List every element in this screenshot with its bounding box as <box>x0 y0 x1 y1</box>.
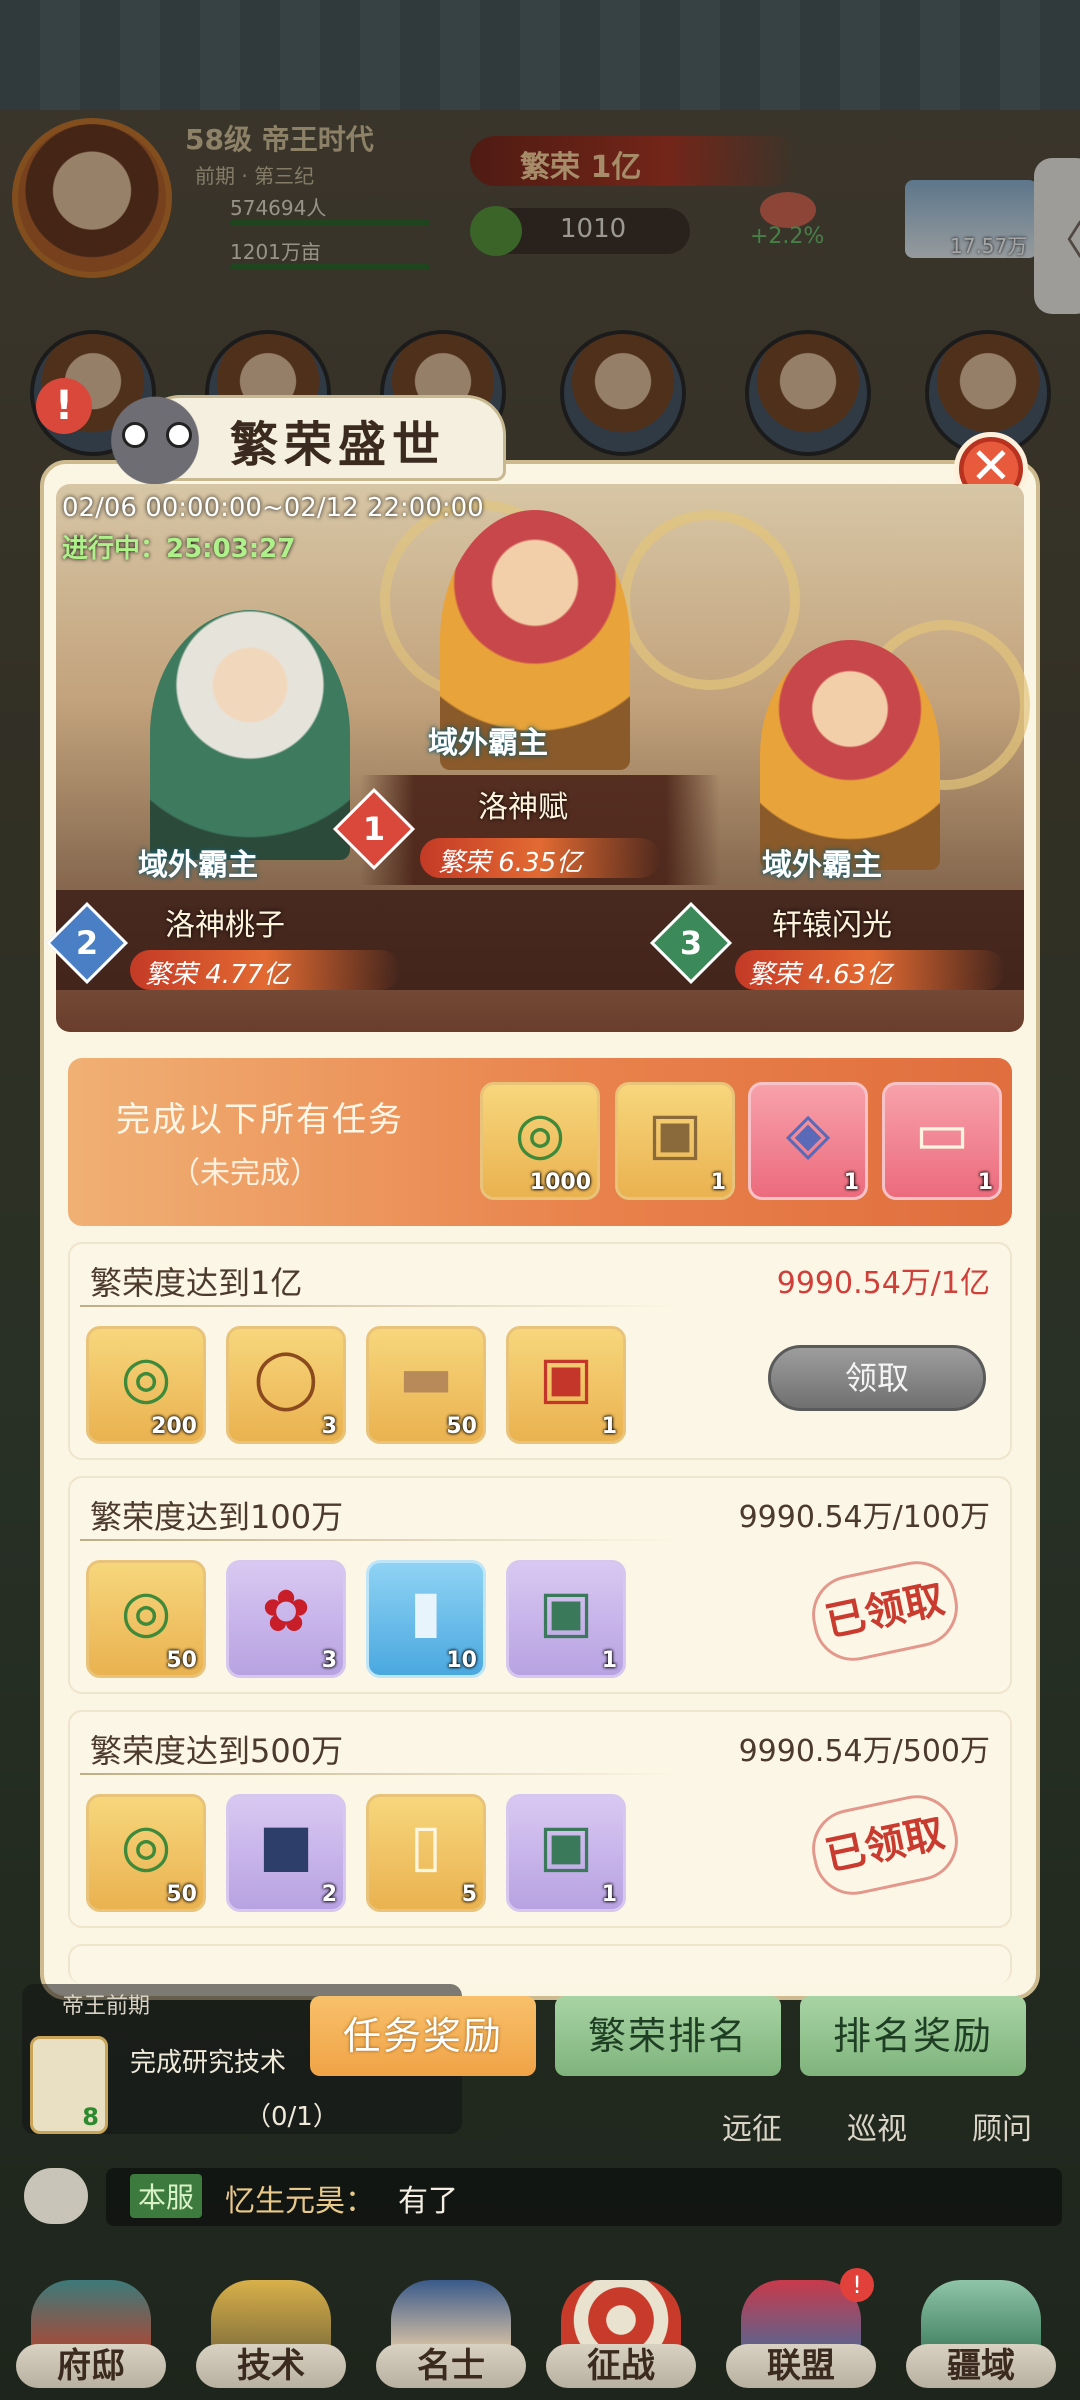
patrol-button[interactable]: 巡视 <box>847 2104 907 2148</box>
nav-territory[interactable]: 疆域 <box>906 2280 1056 2390</box>
red-chest-icon[interactable]: ▣ 1 <box>506 1326 626 1444</box>
nav-label: 征战 <box>546 2344 696 2388</box>
nav-label: 联盟 <box>726 2344 876 2388</box>
chat-username: 忆生元昊： <box>225 2184 375 2219</box>
nav-scholars[interactable]: 名士 <box>376 2280 526 2390</box>
rank-2-title: 域外霸主 <box>138 848 258 883</box>
complete-all-status: （未完成） <box>170 1156 320 1191</box>
claim-button[interactable]: 领取 <box>768 1345 986 1411</box>
nav-label: 名士 <box>376 2344 526 2388</box>
nav-mansion[interactable]: 府邸 <box>16 2280 166 2390</box>
nav-label: 技术 <box>196 2344 346 2388</box>
rope-icon[interactable]: ◯ 3 <box>226 1326 346 1444</box>
rose-icon[interactable]: ✿ 3 <box>226 1560 346 1678</box>
nav-label: 疆域 <box>906 2344 1056 2388</box>
nav-label: 府邸 <box>16 2344 166 2388</box>
rank-3-title: 域外霸主 <box>762 848 882 883</box>
log-icon[interactable]: ▬ 50 <box>366 1326 486 1444</box>
dragon-mascot-icon <box>80 380 230 490</box>
jade-dragon-icon[interactable]: ◎ 200 <box>86 1326 206 1444</box>
quest-item-qty: 8 <box>82 2103 99 2131</box>
divider <box>80 1305 680 1307</box>
task-card-partial <box>68 1944 1012 1984</box>
nav-technology[interactable]: 技术 <box>196 2280 346 2390</box>
jade-dragon-icon[interactable]: ◎ 50 <box>86 1560 206 1678</box>
chat-bubble-icon[interactable] <box>24 2168 88 2224</box>
expedition-button[interactable]: 远征 <box>722 2104 782 2148</box>
dragon-eye <box>166 422 192 448</box>
nav-alliance[interactable]: ! 联盟 <box>726 2268 876 2390</box>
tab-task-rewards[interactable]: 任务奖励 <box>310 1996 536 2076</box>
rank-2-name: 洛神桃子 <box>165 908 285 943</box>
task-progress: 9990.54万/500万 <box>738 1734 990 1769</box>
blue-box-icon[interactable]: ■ 2 <box>226 1794 346 1912</box>
rank-1-prosperity: 繁荣 6.35亿 <box>438 848 583 878</box>
rank-2-character[interactable] <box>150 610 350 860</box>
jade-dragon-icon[interactable]: ◎ 1000 <box>480 1082 600 1200</box>
task-progress: 9990.54万/100万 <box>738 1500 990 1535</box>
scroll-icon[interactable]: ▭ 1 <box>882 1082 1002 1200</box>
rank-1-title: 域外霸主 <box>428 726 548 761</box>
rank-3-prosperity: 繁荣 4.63亿 <box>748 960 893 990</box>
rank-1-name: 洛神赋 <box>478 790 568 825</box>
ornate-chest-icon[interactable]: ◈ 1 <box>748 1082 868 1200</box>
tile-icon: 8 <box>30 2036 108 2134</box>
task-name: 繁荣度达到1亿 <box>90 1264 303 1302</box>
chat-message: 有了 <box>398 2184 458 2219</box>
tab-ranking-rewards[interactable]: 排名奖励 <box>800 1996 1026 2076</box>
tile-icon[interactable]: ▯ 5 <box>366 1794 486 1912</box>
task-name: 繁荣度达到500万 <box>90 1732 344 1770</box>
event-countdown: 进行中：25:03:27 <box>62 534 296 564</box>
rank-2-prosperity: 繁荣 4.77亿 <box>145 960 290 990</box>
dragon-eye <box>122 422 148 448</box>
jade-dragon-icon[interactable]: ◎ 50 <box>86 1794 206 1912</box>
cloud-ornament <box>620 510 800 690</box>
rank-3-name: 轩辕闪光 <box>772 908 892 943</box>
divider <box>80 1539 680 1541</box>
green-chest-icon[interactable]: ▣ 1 <box>506 1560 626 1678</box>
modal-title: 繁荣盛世 <box>230 417 447 473</box>
chat-channel-tag: 本服 <box>130 2174 203 2218</box>
notification-badge: ! <box>840 2268 874 2302</box>
event-date-range: 02/06 00:00:00~02/12 22:00:00 <box>62 493 484 523</box>
complete-all-title: 完成以下所有任务 <box>116 1100 404 1140</box>
rank-3-character[interactable] <box>760 640 940 870</box>
card-icon[interactable]: ▮ 10 <box>366 1560 486 1678</box>
nav-campaign[interactable]: 征战 <box>546 2280 696 2390</box>
quest-header: 帝王前期 <box>62 1994 151 2019</box>
alert-icon[interactable]: ! <box>36 378 92 434</box>
task-progress: 9990.54万/1亿 <box>776 1266 990 1301</box>
treasure-chest-icon[interactable]: ▣ 1 <box>615 1082 735 1200</box>
quest-text: 完成研究技术 <box>130 2048 287 2078</box>
divider <box>80 1773 680 1775</box>
tab-prosperity-ranking[interactable]: 繁荣排名 <box>555 1996 781 2076</box>
quest-progress: （0/1） <box>245 2102 339 2132</box>
advisor-button[interactable]: 顾问 <box>972 2104 1032 2148</box>
task-name: 繁荣度达到100万 <box>90 1498 344 1536</box>
green-chest-icon[interactable]: ▣ 1 <box>506 1794 626 1912</box>
